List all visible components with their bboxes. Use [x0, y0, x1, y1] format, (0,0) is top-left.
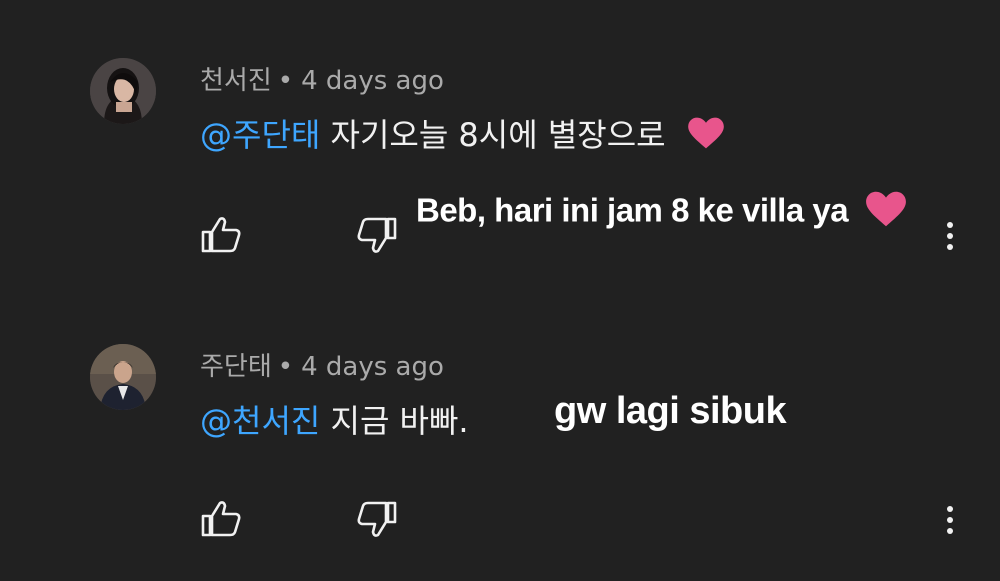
comment-mention[interactable]: @천서진: [200, 402, 320, 440]
like-button[interactable]: [198, 212, 244, 258]
thumbs-down-icon: [357, 217, 397, 253]
meta-separator: •: [277, 352, 294, 382]
avatar[interactable]: [90, 58, 156, 124]
comment-meta: 주단태 • 4 days ago: [200, 346, 444, 383]
comment-time[interactable]: 4 days ago: [301, 66, 444, 96]
dislike-button[interactable]: [354, 212, 400, 258]
comment-text: @주단태 자기오늘 8시에 별장으로: [200, 110, 726, 158]
heart-icon: [686, 116, 726, 158]
more-vert-icon: [947, 506, 953, 534]
comment-body: 자기오늘 8시에 별장으로: [330, 116, 666, 154]
thumbs-up-icon: [201, 217, 241, 253]
avatar[interactable]: [90, 344, 156, 410]
translation-caption: gw lagi sibuk: [554, 390, 787, 433]
comment-body: 지금 바빠.: [330, 402, 469, 440]
comment-time[interactable]: 4 days ago: [301, 352, 444, 382]
man-avatar-icon: [90, 344, 156, 410]
comment-text: @천서진 지금 바빠.: [200, 396, 469, 442]
meta-separator: •: [277, 66, 294, 96]
more-options-button[interactable]: [940, 216, 960, 256]
comment-author[interactable]: 주단태: [200, 352, 272, 382]
like-button[interactable]: [198, 496, 244, 542]
thumbs-down-icon: [357, 501, 397, 537]
caption-text: gw lagi sibuk: [554, 390, 787, 432]
caption-text: Beb, hari ini jam 8 ke villa ya: [416, 191, 849, 229]
more-vert-icon: [947, 222, 953, 250]
comment-meta: 천서진 • 4 days ago: [200, 60, 444, 97]
comment-author[interactable]: 천서진: [200, 66, 272, 96]
comment-item: 주단태 • 4 days ago @천서진 지금 바빠. gw lagi sibuk: [0, 290, 1000, 581]
comment-mention[interactable]: @주단태: [200, 116, 320, 154]
thumbs-up-icon: [201, 501, 241, 537]
translation-caption: Beb, hari ini jam 8 ke villa ya: [416, 190, 909, 236]
dislike-button[interactable]: [354, 496, 400, 542]
woman-avatar-icon: [90, 58, 156, 124]
more-options-button[interactable]: [940, 500, 960, 540]
heart-icon: [863, 190, 909, 236]
comment-item: 천서진 • 4 days ago @주단태 자기오늘 8시에 별장으로 Beb, h…: [0, 0, 1000, 290]
